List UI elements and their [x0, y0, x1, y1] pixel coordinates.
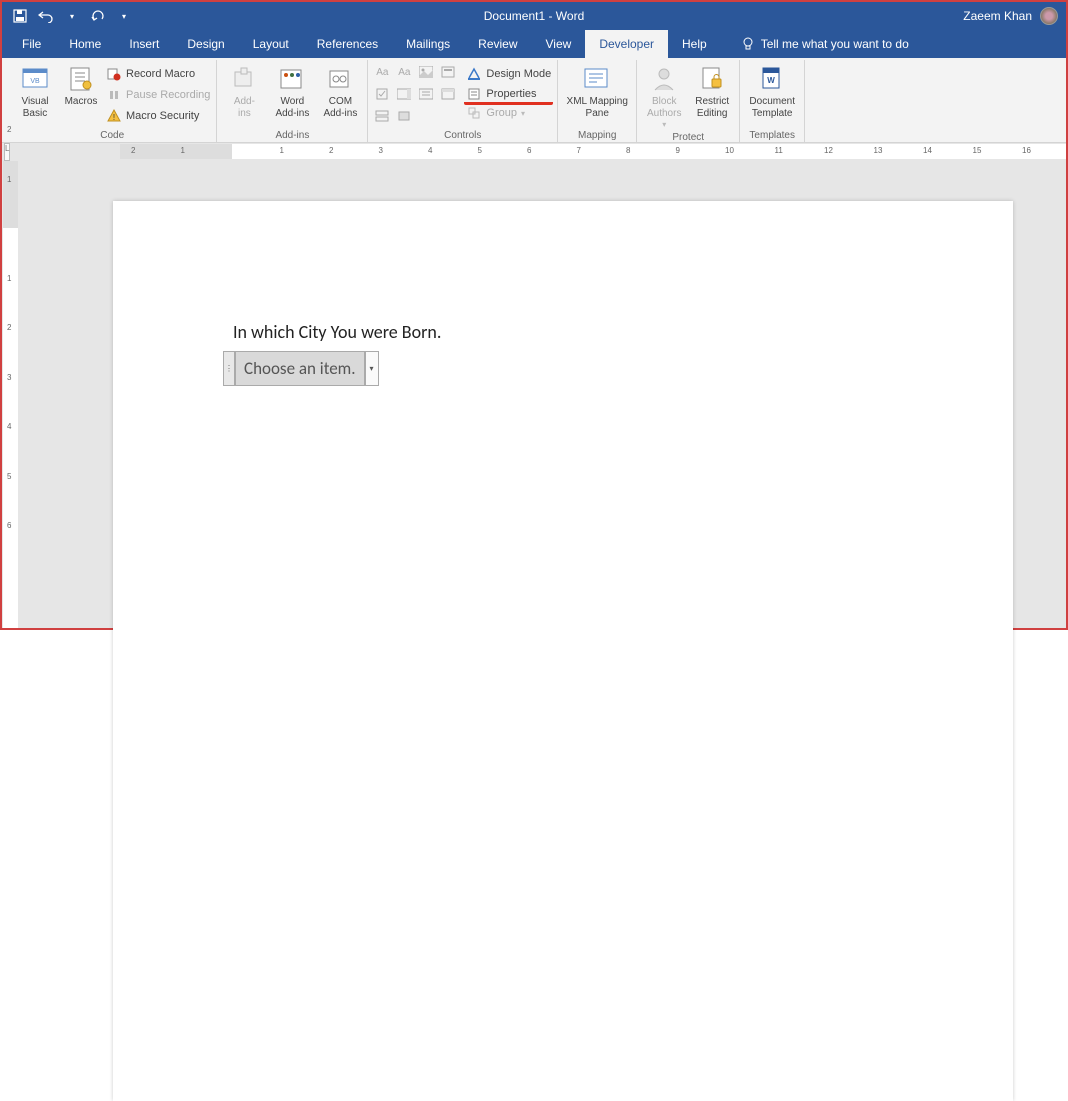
ribbon: VB Visual Basic Macros Record Macro Paus…: [2, 58, 1066, 143]
record-macro-button[interactable]: Record Macro: [104, 64, 212, 84]
visual-basic-icon: VB: [20, 64, 50, 94]
horizontal-ruler[interactable]: 211234567891011121314151617: [120, 144, 1066, 159]
macro-security-button[interactable]: ! Macro Security: [104, 106, 212, 126]
tab-help[interactable]: Help: [668, 30, 721, 58]
undo-dropdown-icon[interactable]: ▾: [64, 8, 80, 24]
tab-mailings[interactable]: Mailings: [392, 30, 464, 58]
dropdown-arrow-icon[interactable]: ▾: [365, 351, 379, 386]
security-warning-icon: !: [106, 108, 122, 124]
checkbox-control-icon[interactable]: [372, 84, 392, 104]
tab-insert[interactable]: Insert: [115, 30, 173, 58]
tab-review[interactable]: Review: [464, 30, 531, 58]
combo-box-control-icon[interactable]: [394, 84, 414, 104]
macros-icon: [66, 64, 96, 94]
group-mapping: XML Mapping Pane Mapping: [558, 60, 637, 142]
group-controls-label: Controls: [372, 130, 553, 142]
svg-text:W: W: [767, 76, 775, 85]
content-control-dropdown[interactable]: ⋮ Choose an item. ▾: [223, 351, 379, 386]
repeating-section-control-icon[interactable]: [372, 106, 392, 126]
user-avatar[interactable]: [1040, 7, 1058, 25]
tell-me-label: Tell me what you want to do: [761, 37, 909, 51]
lightbulb-icon: [741, 37, 755, 51]
picture-control-icon[interactable]: [416, 62, 436, 82]
addins-button: Add- ins: [221, 62, 267, 122]
word-addins-icon: [277, 64, 307, 94]
legacy-tools-icon[interactable]: [394, 106, 414, 126]
restrict-editing-icon: [697, 64, 727, 94]
content-control-handle-icon[interactable]: ⋮: [223, 351, 235, 386]
com-addins-icon: [325, 64, 355, 94]
save-icon[interactable]: [12, 8, 28, 24]
document-template-icon: W: [757, 64, 787, 94]
properties-button[interactable]: Properties: [464, 85, 553, 105]
plain-text-control-icon[interactable]: Aa: [394, 62, 414, 82]
block-authors-button: Block Authors ▾: [641, 62, 687, 132]
title-right: Zaeem Khan: [963, 7, 1058, 25]
chevron-down-icon: ▾: [662, 120, 666, 130]
design-mode-button[interactable]: Design Mode: [464, 64, 553, 84]
page[interactable]: In which City You were Born. ⋮ Choose an…: [113, 201, 1013, 1101]
macros-button[interactable]: Macros: [60, 62, 102, 110]
qat-customize-icon[interactable]: ▾: [116, 8, 132, 24]
ribbon-tabs: File Home Insert Design Layout Reference…: [2, 30, 1066, 58]
group-code-label: Code: [12, 130, 212, 142]
building-block-control-icon[interactable]: [438, 62, 458, 82]
com-addins-button[interactable]: COM Add-ins: [317, 62, 363, 122]
controls-gallery: Aa Aa: [372, 62, 458, 126]
date-picker-control-icon[interactable]: [438, 84, 458, 104]
group-controls: Aa Aa Design Mode P: [368, 60, 558, 142]
group-mapping-label: Mapping: [562, 130, 632, 142]
document-template-button[interactable]: W Document Template: [744, 62, 800, 122]
design-mode-icon: [466, 66, 482, 82]
visual-basic-button[interactable]: VB Visual Basic: [12, 62, 58, 122]
tab-references[interactable]: References: [303, 30, 392, 58]
group-templates: W Document Template Templates: [740, 60, 805, 142]
rich-text-control-icon[interactable]: Aa: [372, 62, 392, 82]
document-area: 21123456 In which City You were Born. ⋮ …: [2, 161, 1066, 628]
svg-text:!: !: [113, 113, 115, 122]
group-code: VB Visual Basic Macros Record Macro Paus…: [8, 60, 217, 142]
undo-icon[interactable]: [38, 8, 54, 24]
user-name[interactable]: Zaeem Khan: [963, 9, 1032, 23]
tab-layout[interactable]: Layout: [239, 30, 303, 58]
group-icon: [466, 105, 482, 121]
dropdown-list-control-icon[interactable]: [416, 84, 436, 104]
restrict-editing-button[interactable]: Restrict Editing: [689, 62, 735, 122]
quick-access-toolbar: ▾ ▾: [2, 8, 132, 24]
vertical-ruler[interactable]: 21123456: [3, 161, 18, 628]
chevron-down-icon: ▾: [521, 109, 525, 118]
tab-view[interactable]: View: [532, 30, 586, 58]
tab-developer[interactable]: Developer: [585, 30, 668, 58]
question-text[interactable]: In which City You were Born.: [233, 321, 441, 343]
pause-icon: [106, 87, 122, 103]
record-macro-icon: [106, 66, 122, 82]
tell-me-search[interactable]: Tell me what you want to do: [721, 37, 909, 51]
addins-icon: [229, 64, 259, 94]
redo-icon[interactable]: [90, 8, 106, 24]
window-title: Document1 - Word: [484, 9, 584, 23]
group-addins: Add- ins Word Add-ins COM Add-ins Add-in…: [217, 60, 368, 142]
xml-mapping-icon: [582, 64, 612, 94]
xml-mapping-button[interactable]: XML Mapping Pane: [562, 62, 632, 122]
pause-recording-button: Pause Recording: [104, 85, 212, 105]
title-bar: ▾ ▾ Document1 - Word Zaeem Khan: [2, 2, 1066, 30]
word-addins-button[interactable]: Word Add-ins: [269, 62, 315, 122]
group-protect: Block Authors ▾ Restrict Editing Protect: [637, 60, 740, 142]
group-addins-label: Add-ins: [221, 130, 363, 142]
block-authors-icon: [649, 64, 679, 94]
svg-text:VB: VB: [30, 78, 40, 85]
ruler-corner[interactable]: L: [4, 143, 10, 161]
properties-icon: [466, 86, 482, 102]
tab-file[interactable]: File: [8, 30, 55, 58]
tab-design[interactable]: Design: [173, 30, 238, 58]
group-templates-label: Templates: [744, 130, 800, 142]
dropdown-placeholder[interactable]: Choose an item.: [235, 351, 365, 386]
group-protect-label: Protect: [641, 132, 735, 144]
tab-home[interactable]: Home: [55, 30, 115, 58]
group-button: Group ▾: [464, 103, 553, 123]
ruler-area: L 211234567891011121314151617: [2, 143, 1066, 161]
